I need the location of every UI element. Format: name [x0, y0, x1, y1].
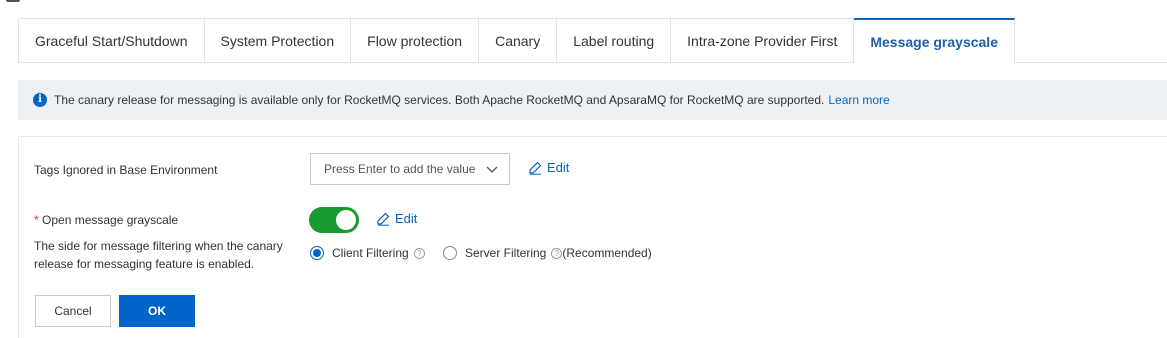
- radio-client-filtering[interactable]: [310, 246, 324, 260]
- info-icon: i: [33, 93, 47, 107]
- server-filtering-label: Server Filtering: [465, 246, 547, 260]
- open-grayscale-text: Open message grayscale: [42, 213, 179, 227]
- tags-ignored-placeholder: Press Enter to add the value a: [324, 162, 476, 176]
- server-filtering-option[interactable]: Server Filtering ? (Recommended): [443, 246, 652, 260]
- banner-text: The canary release for messaging is avai…: [54, 93, 825, 107]
- tags-ignored-select[interactable]: Press Enter to add the value a: [310, 153, 510, 185]
- open-grayscale-label: * Open message grayscale: [34, 211, 178, 229]
- tab-canary[interactable]: Canary: [479, 18, 558, 63]
- edit-grayscale-button[interactable]: Edit: [376, 211, 417, 226]
- page-header-cutoff: [0, 0, 200, 4]
- tab-flow-protection[interactable]: Flow protection: [351, 18, 480, 63]
- page: Graceful Start/Shutdown System Protectio…: [0, 0, 1167, 338]
- recommended-text: (Recommended): [562, 246, 652, 260]
- help-icon[interactable]: ?: [413, 247, 425, 259]
- cancel-button[interactable]: Cancel: [35, 295, 111, 327]
- tab-bar: Graceful Start/Shutdown System Protectio…: [18, 18, 1167, 64]
- edit-tags-label: Edit: [547, 160, 570, 175]
- chevron-down-icon: [486, 166, 498, 173]
- edit-icon: [529, 161, 542, 175]
- client-filtering-option[interactable]: Client Filtering ?: [310, 246, 425, 260]
- tags-ignored-label: Tags Ignored in Base Environment: [34, 163, 218, 177]
- tab-system-protection[interactable]: System Protection: [204, 18, 352, 63]
- tab-intra-zone-provider-first[interactable]: Intra-zone Provider First: [671, 18, 855, 63]
- tab-message-grayscale[interactable]: Message grayscale: [854, 18, 1015, 64]
- client-filtering-label: Client Filtering: [332, 246, 409, 260]
- radio-server-filtering[interactable]: [443, 246, 457, 260]
- grayscale-toggle[interactable]: [309, 207, 359, 233]
- tab-label-routing[interactable]: Label routing: [557, 18, 672, 63]
- tab-graceful-start-shutdown[interactable]: Graceful Start/Shutdown: [18, 18, 205, 63]
- back-icon[interactable]: [6, 0, 20, 2]
- info-banner: i The canary release for messaging is av…: [18, 80, 1167, 120]
- edit-tags-button[interactable]: Edit: [528, 160, 569, 175]
- ok-button[interactable]: OK: [119, 295, 195, 327]
- help-icon[interactable]: ?: [551, 247, 563, 259]
- required-marker: *: [34, 213, 39, 227]
- edit-grayscale-label: Edit: [395, 211, 418, 226]
- grayscale-form: Tags Ignored in Base Environment Press E…: [18, 136, 1167, 338]
- edit-icon: [377, 212, 390, 226]
- learn-more-link[interactable]: Learn more: [828, 93, 889, 107]
- toggle-knob: [336, 210, 356, 230]
- filter-side-label: The side for message filtering when the …: [34, 239, 283, 271]
